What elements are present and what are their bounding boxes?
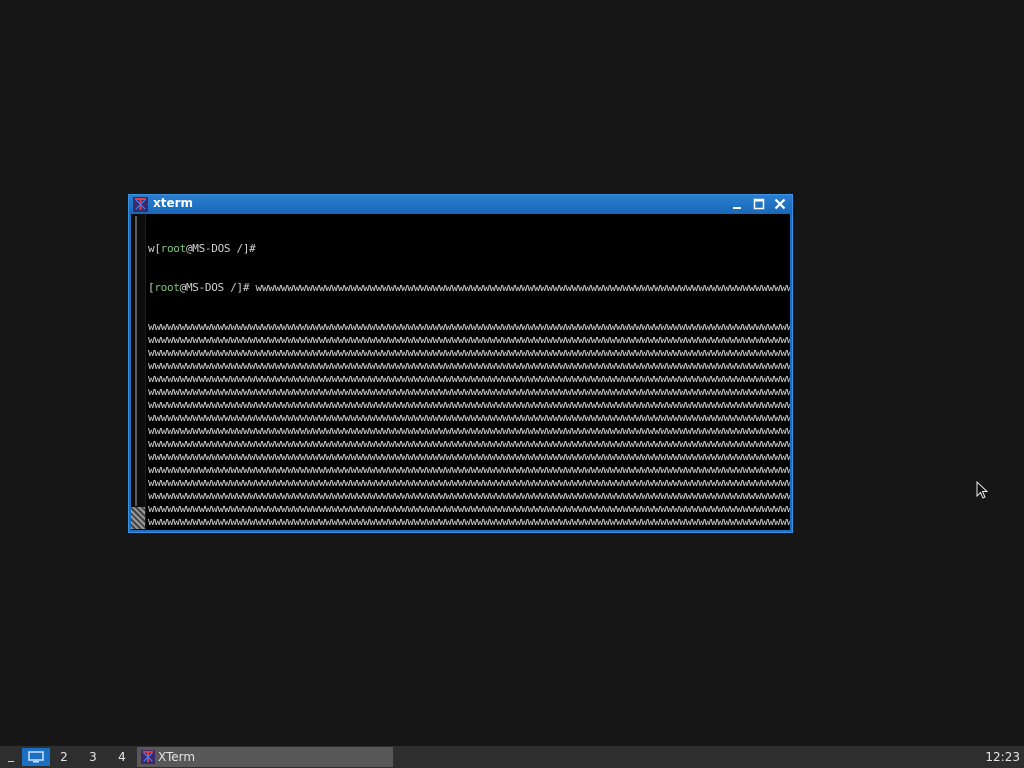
close-icon[interactable]	[772, 197, 788, 212]
prompt-user: root	[154, 281, 180, 294]
workspace-3-button[interactable]: 3	[79, 748, 107, 766]
window-titlebar[interactable]: xterm	[129, 195, 792, 214]
terminal-line: wwwwwwwwwwwwwwwwwwwwwwwwwwwwwwwwwwwwwwww…	[148, 463, 790, 476]
window-title: xterm	[153, 196, 194, 210]
terminal-line: wwwwwwwwwwwwwwwwwwwwwwwwwwwwwwwwwwwwwwww…	[148, 346, 790, 359]
scrollbar[interactable]	[131, 214, 146, 530]
terminal-line: wwwwwwwwwwwwwwwwwwwwwwwwwwwwwwwwwwwwwwww…	[148, 528, 790, 530]
terminal-line: w[root@MS-DOS /]#	[148, 242, 790, 255]
xterm-app-icon	[141, 750, 155, 764]
workspace-1-button[interactable]	[22, 748, 50, 766]
terminal-line: wwwwwwwwwwwwwwwwwwwwwwwwwwwwwwwwwwwwwwww…	[148, 398, 790, 411]
terminal-line: wwwwwwwwwwwwwwwwwwwwwwwwwwwwwwwwwwwwwwww…	[148, 502, 790, 515]
prompt-prefix: w[	[148, 242, 161, 255]
workspace-2-button[interactable]: 2	[50, 748, 78, 766]
scroll-thumb[interactable]	[131, 507, 145, 529]
taskbar-menu-button[interactable]: _	[8, 748, 14, 762]
terminal-line: [root@MS-DOS /]# wwwwwwwwwwwwwwwwwwwwwww…	[148, 281, 790, 294]
terminal-line: wwwwwwwwwwwwwwwwwwwwwwwwwwwwwwwwwwwwwwww…	[148, 450, 790, 463]
prompt-host: @MS-DOS /]#	[179, 281, 250, 294]
terminal-line: wwwwwwwwwwwwwwwwwwwwwwwwwwwwwwwwwwwwwwww…	[148, 515, 790, 528]
terminal-line: wwwwwwwwwwwwwwwwwwwwwwwwwwwwwwwwwwwwwwww…	[148, 489, 790, 502]
taskbar-item-label: XTerm	[158, 750, 196, 764]
xterm-app-icon	[133, 197, 148, 212]
scroll-track[interactable]	[135, 216, 137, 506]
prompt-user: root	[160, 242, 187, 255]
prompt-host: @MS-DOS /]#	[185, 242, 256, 255]
taskbar-item-xterm[interactable]: XTerm	[137, 747, 393, 767]
terminal-client[interactable]: w[root@MS-DOS /]# [root@MS-DOS /]# wwwww…	[131, 214, 790, 530]
clock: 12:23	[985, 750, 1020, 764]
xterm-window[interactable]: xterm w[root@MS-DOS /]# [root@MS-DOS /]#…	[128, 194, 793, 533]
maximize-icon[interactable]	[751, 197, 767, 212]
terminal-line: wwwwwwwwwwwwwwwwwwwwwwwwwwwwwwwwwwwwwwww…	[148, 437, 790, 450]
terminal-output[interactable]: w[root@MS-DOS /]# [root@MS-DOS /]# wwwww…	[148, 216, 790, 530]
mouse-pointer-icon	[976, 481, 988, 499]
terminal-line: wwwwwwwwwwwwwwwwwwwwwwwwwwwwwwwwwwwwwwww…	[148, 359, 790, 372]
terminal-line: wwwwwwwwwwwwwwwwwwwwwwwwwwwwwwwwwwwwwwww…	[148, 476, 790, 489]
terminal-line: wwwwwwwwwwwwwwwwwwwwwwwwwwwwwwwwwwwwwwww…	[148, 424, 790, 437]
terminal-line: wwwwwwwwwwwwwwwwwwwwwwwwwwwwwwwwwwwwwwww…	[148, 320, 790, 333]
desktop-icon	[28, 751, 44, 763]
command-text: wwwwwwwwwwwwwwwwwwwwwwwwwwwwwwwwwwwwwwww…	[255, 281, 791, 294]
minimize-icon[interactable]	[729, 197, 745, 212]
terminal-line: wwwwwwwwwwwwwwwwwwwwwwwwwwwwwwwwwwwwwwww…	[148, 411, 790, 424]
workspace-4-button[interactable]: 4	[108, 748, 136, 766]
terminal-line: wwwwwwwwwwwwwwwwwwwwwwwwwwwwwwwwwwwwwwww…	[148, 372, 790, 385]
terminal-line: wwwwwwwwwwwwwwwwwwwwwwwwwwwwwwwwwwwwwwww…	[148, 385, 790, 398]
taskbar: _ 2 3 4 XTerm 12:23	[0, 746, 1024, 768]
terminal-line: wwwwwwwwwwwwwwwwwwwwwwwwwwwwwwwwwwwwwwww…	[148, 333, 790, 346]
